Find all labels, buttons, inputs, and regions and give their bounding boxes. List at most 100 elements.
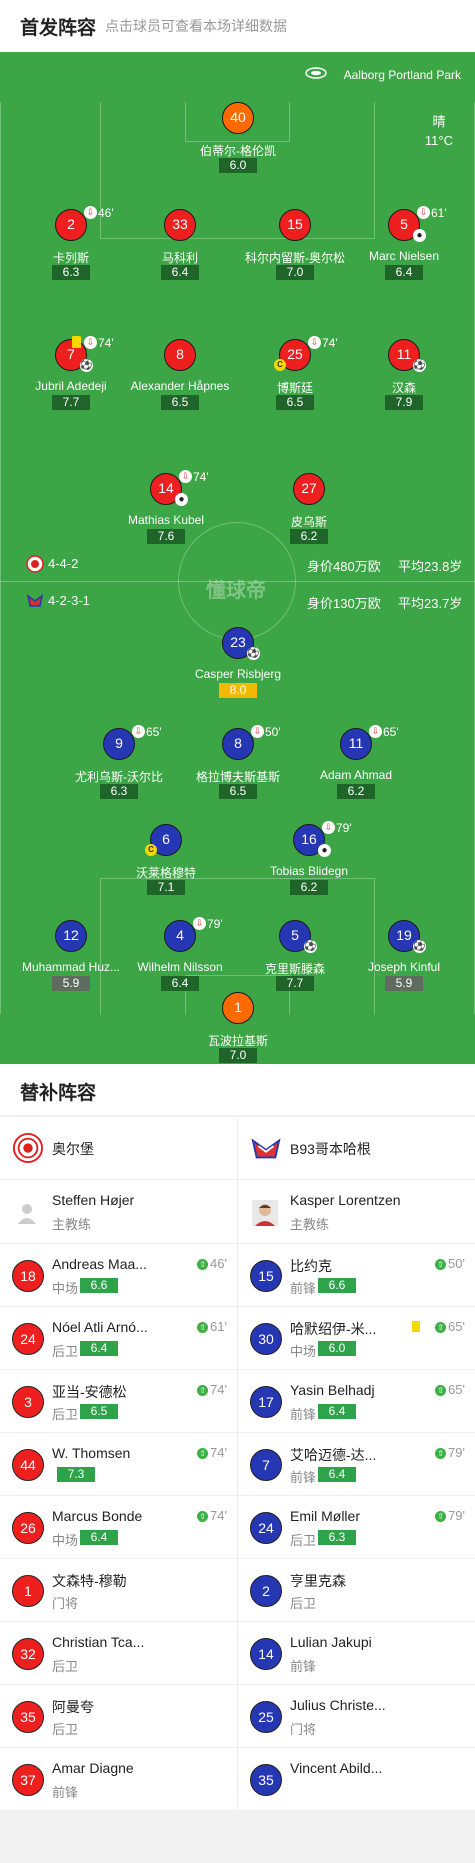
- sub-in-icon: ⇧: [197, 1385, 209, 1396]
- player-rating: 6.2: [290, 529, 328, 544]
- goal-ball-icon: ⚽: [304, 940, 317, 953]
- coach-name: Kasper Lorentzen: [290, 1192, 401, 1208]
- away-coach-row[interactable]: Kasper Lorentzen 主教练: [238, 1180, 475, 1244]
- home-coach-row[interactable]: Steffen Højer 主教练: [0, 1180, 237, 1244]
- sub-time-value: 79': [448, 1508, 465, 1523]
- sub-rating: 6.5: [80, 1404, 118, 1419]
- sub-time: 79': [336, 821, 352, 835]
- sub-time: 46': [98, 206, 114, 220]
- sub-row-home-18[interactable]: 18 Andreas Maa... 中场 6.6 ⇧ 46': [0, 1244, 237, 1307]
- page-subtitle: 点击球员可查看本场详细数据: [105, 18, 287, 34]
- sub-time: ⇧ 79': [435, 1445, 465, 1460]
- sub-number: 15: [250, 1260, 282, 1292]
- player-name: Marc Nielsen: [368, 249, 440, 263]
- sub-rating: 6.4: [80, 1530, 118, 1545]
- player-rating: 7.1: [147, 880, 185, 895]
- sub-time: 50': [265, 725, 281, 739]
- sub-row-home-37[interactable]: 37 Amar Diagne 前锋: [0, 1748, 237, 1811]
- sub-row-away-7[interactable]: 7 艾哈迈德-达... 前锋 6.4 ⇧ 79': [238, 1433, 475, 1496]
- sub-number: 17: [250, 1386, 282, 1418]
- player-name: Casper Risbjerg: [194, 667, 282, 681]
- sub-row-home-44[interactable]: 44 W. Thomsen 7.3 ⇧ 74': [0, 1433, 237, 1496]
- player-rating: 6.5: [219, 784, 257, 799]
- venue-name: Aalborg Portland Park: [343, 68, 461, 82]
- sub-position: 前锋: [290, 1407, 317, 1422]
- player-rating: 7.6: [147, 529, 185, 544]
- sub-rating: 6.4: [318, 1467, 356, 1482]
- sub-out-icon: ⇩: [84, 206, 97, 219]
- page-bottom-spacer: [0, 1812, 475, 1863]
- captain-icon: C: [145, 844, 157, 856]
- player-rating: 7.0: [276, 265, 314, 280]
- yellow-card-icon: [72, 336, 81, 348]
- sub-position: 前锋: [290, 1659, 317, 1674]
- sub-in-icon: ⇧: [435, 1259, 447, 1270]
- sub-out-icon: ⇩: [322, 821, 335, 834]
- sub-row-home-3[interactable]: 3 亚当-安德松 后卫 6.5 ⇧ 74': [0, 1370, 237, 1433]
- player-number: 12: [55, 920, 87, 952]
- sub-position: 后卫: [290, 1533, 317, 1548]
- sub-in-icon: ⇧: [435, 1385, 447, 1396]
- player-number: 27: [293, 473, 325, 505]
- sub-row-away-24[interactable]: 24 Emil Møller 后卫 6.3 ⇧ 79': [238, 1496, 475, 1559]
- sub-rating: 6.0: [318, 1341, 356, 1356]
- sub-row-away-25[interactable]: 25 Julius Christe... 门将: [238, 1685, 475, 1748]
- sub-position: 中场: [290, 1344, 317, 1359]
- sub-position: 前锋: [290, 1470, 317, 1485]
- sub-number: 3: [12, 1386, 44, 1418]
- sub-name: Vincent Abild...: [290, 1760, 383, 1776]
- player-name: 沃莱格穆特: [135, 866, 196, 880]
- sub-in-icon: ⇧: [197, 1259, 209, 1270]
- player-name: Mathias Kubel: [127, 513, 205, 527]
- sub-row-home-1[interactable]: 1 文森特-穆勒 门将: [0, 1559, 237, 1622]
- sub-row-away-17[interactable]: 17 Yasin Belhadj 前锋 6.4 ⇧ 65': [238, 1370, 475, 1433]
- sub-number: 24: [12, 1323, 44, 1355]
- sub-row-away-35[interactable]: 35 Vincent Abild...: [238, 1748, 475, 1811]
- sub-row-home-24[interactable]: 24 Nóel Atli Arnó... 后卫 6.4 ⇧ 61': [0, 1307, 237, 1370]
- home-team-logo: [13, 1133, 43, 1163]
- home-team-row[interactable]: 奥尔堡: [0, 1117, 237, 1180]
- player-rating: 6.0: [219, 158, 257, 173]
- sub-time: ⇧ 50': [435, 1256, 465, 1271]
- coach-avatar-photo: [252, 1200, 278, 1226]
- away-team-logo: [26, 594, 44, 607]
- sub-row-away-14[interactable]: 14 Lulian Jakupi 前锋: [238, 1622, 475, 1685]
- sub-time: 65': [383, 725, 399, 739]
- sub-name: W. Thomsen: [52, 1445, 131, 1461]
- sub-name: Andreas Maa...: [52, 1256, 147, 1272]
- away-team-row[interactable]: B93哥本哈根: [238, 1117, 475, 1180]
- sub-row-away-15[interactable]: 15 比约克 前锋 6.6 ⇧ 50': [238, 1244, 475, 1307]
- sub-time-value: 74': [210, 1382, 227, 1397]
- sub-position: 中场: [52, 1281, 79, 1296]
- sub-time: 65': [146, 725, 162, 739]
- sub-row-home-26[interactable]: 26 Marcus Bonde 中场 6.4 ⇧ 74': [0, 1496, 237, 1559]
- sub-number: 44: [12, 1449, 44, 1481]
- player-number: 9: [103, 728, 135, 760]
- sub-in-icon: ⇧: [435, 1322, 447, 1333]
- sub-time: ⇧ 74': [197, 1508, 227, 1523]
- player-rating: 7.9: [385, 395, 423, 410]
- player-name: 尤利乌斯-沃尔比: [75, 770, 163, 784]
- player-rating: 6.4: [161, 976, 199, 991]
- player-number: 2: [55, 209, 87, 241]
- sub-row-home-35[interactable]: 35 阿曼夸 后卫: [0, 1685, 237, 1748]
- sub-row-home-32[interactable]: 32 Christian Tca... 后卫: [0, 1622, 237, 1685]
- sub-position: 门将: [290, 1722, 317, 1737]
- sub-position: 中场: [52, 1533, 79, 1548]
- sub-row-away-2[interactable]: 2 亨里克森 后卫: [238, 1559, 475, 1622]
- sub-time-value: 65': [448, 1382, 465, 1397]
- sub-rating: 6.6: [80, 1278, 118, 1293]
- sub-out-icon: ⇩: [84, 336, 97, 349]
- sub-number: 26: [12, 1512, 44, 1544]
- sub-row-away-30[interactable]: 30 哈默绍伊-米... 中场 6.0 ⇧ 65': [238, 1307, 475, 1370]
- pitch: Aalborg Portland Park 晴 11°C 懂球帝 4-4-2 身…: [0, 52, 475, 1064]
- player-name: 瓦波拉基斯: [207, 1034, 268, 1048]
- sub-time: ⇧ 61': [197, 1319, 227, 1334]
- player-number: 8: [164, 339, 196, 371]
- player-name: Joseph Kinful: [367, 960, 441, 974]
- sub-number: 18: [12, 1260, 44, 1292]
- sub-time: 74': [193, 470, 209, 484]
- player-number: 15: [279, 209, 311, 241]
- sub-in-icon: ⇧: [435, 1448, 447, 1459]
- own-goal-icon: ●: [413, 229, 426, 242]
